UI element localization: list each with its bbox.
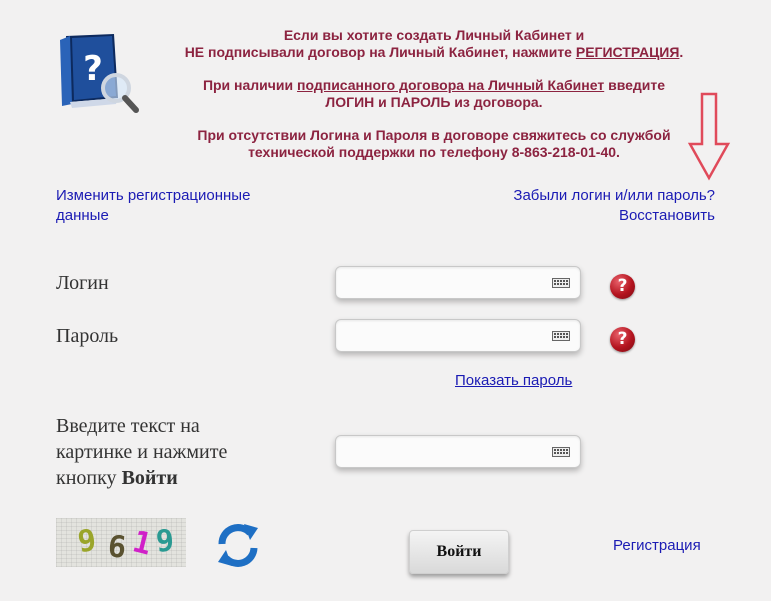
forgot-password-link[interactable]: Забыли логин и/или пароль? [513, 187, 715, 204]
down-arrow-icon [687, 92, 731, 181]
login-help-icon[interactable]: ? [610, 274, 635, 299]
forgot-link-wrap: Забыли логин и/или пароль? Восстановить [513, 186, 715, 226]
refresh-icon[interactable] [214, 520, 262, 570]
captcha-digit: 9 [154, 523, 176, 560]
change-registration-link[interactable]: Изменить регистрационные данные [56, 187, 250, 224]
info-line-4: ЛОГИН и ПАРОЛЬ из договора. [325, 94, 543, 110]
captcha-input[interactable] [336, 436, 556, 467]
info-block: Если вы хотите создать Личный Кабинет и … [150, 27, 718, 177]
show-password-link[interactable]: Показать пароль [455, 372, 572, 389]
password-field [335, 319, 581, 352]
keyboard-icon[interactable] [552, 447, 570, 457]
change-registration-text-2: данные [56, 207, 109, 224]
info-line-1: Если вы хотите создать Личный Кабинет и [283, 27, 585, 43]
captcha-image: 9 6 1 9 [56, 518, 186, 567]
captcha-label: Введите текст на картинке и нажмите кноп… [56, 413, 227, 491]
info-line-2-end: . [679, 44, 684, 60]
help-book-icon: ? [60, 34, 139, 113]
change-registration-text-1: Изменить регистрационные [56, 187, 251, 204]
password-label: Пароль [56, 325, 119, 347]
password-help-icon[interactable]: ? [610, 327, 635, 352]
login-button[interactable]: Войти [409, 530, 509, 574]
keyboard-icon[interactable] [552, 278, 570, 288]
captcha-digit: 6 [106, 529, 128, 566]
captcha-label-bold: Войти [121, 467, 178, 489]
captcha-label-line-2: картинке и нажмите [56, 441, 228, 463]
keyboard-icon[interactable] [552, 331, 570, 341]
login-input[interactable] [336, 267, 556, 298]
info-line-5: При отсутствии Логина и Пароля в договор… [197, 127, 671, 143]
restore-link[interactable]: Восстановить [619, 207, 715, 224]
contract-link[interactable]: подписанного договора на Личный Кабинет [297, 77, 604, 93]
svg-text:?: ? [83, 49, 103, 89]
captcha-label-line-1: Введите текст на [56, 415, 200, 437]
info-line-3: При наличии [202, 77, 298, 93]
info-line-3-end: введите [604, 77, 666, 93]
login-field [335, 266, 581, 299]
info-line-2: НЕ подписывали договор на Личный Кабинет… [184, 44, 576, 60]
login-label: Логин [56, 272, 109, 294]
registration-link[interactable]: Регистрация [613, 536, 701, 556]
captcha-digit: 9 [75, 522, 99, 561]
change-registration-link-wrap: Изменить регистрационные данные [56, 186, 250, 226]
registration-inline-link[interactable]: РЕГИСТРАЦИЯ [576, 44, 680, 60]
captcha-label-line-3: кнопку [56, 467, 122, 489]
info-line-6: технической поддержки по телефону 8-863-… [248, 144, 620, 160]
password-input[interactable] [336, 320, 556, 351]
captcha-digit: 1 [129, 524, 156, 563]
captcha-field [335, 435, 581, 468]
